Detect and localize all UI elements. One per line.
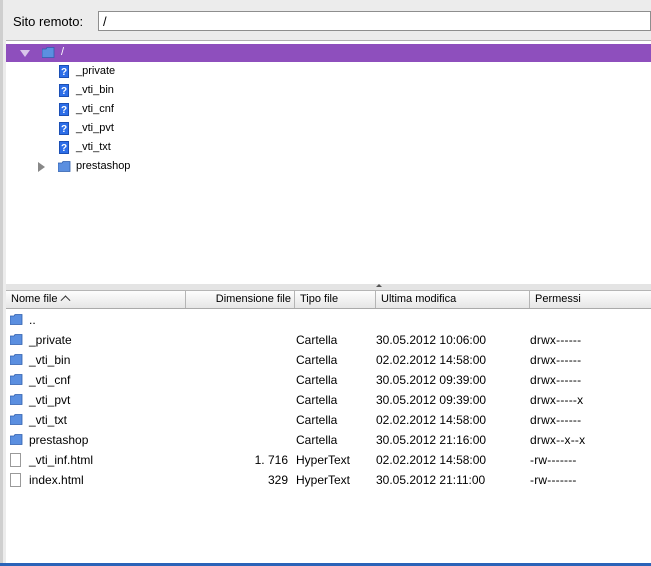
file-name: _vti_cnf <box>29 373 71 387</box>
file-icon <box>10 473 21 487</box>
file-type: HyperText <box>296 453 351 467</box>
file-modified: 30.05.2012 09:39:00 <box>376 373 487 387</box>
tree-item-label: _vti_pvt <box>76 122 114 134</box>
disclosure-open-icon[interactable] <box>20 50 30 57</box>
file-name: index.html <box>29 473 84 487</box>
column-header-size[interactable]: Dimensione file <box>186 291 295 308</box>
remote-site-bar: Sito remoto: <box>4 8 651 36</box>
column-header-permissions[interactable]: Permessi <box>530 291 651 308</box>
file-type: Cartella <box>296 433 338 447</box>
file-permissions: drwx-----x <box>530 393 584 407</box>
file-name: prestashop <box>29 433 89 447</box>
column-header-name[interactable]: Nome file <box>6 291 186 308</box>
pane-splitter[interactable] <box>6 284 651 291</box>
file-list-header: Nome file Dimensione file Tipo file Ulti… <box>6 291 651 309</box>
tree-item-vti-txt[interactable]: ? _vti_txt <box>6 139 651 157</box>
disclosure-closed-icon[interactable] <box>38 162 45 172</box>
file-type: Cartella <box>296 373 338 387</box>
file-modified: 30.05.2012 21:16:00 <box>376 433 487 447</box>
file-permissions: drwx------ <box>530 353 582 367</box>
file-type: HyperText <box>296 473 351 487</box>
tree-item-private[interactable]: ? _private <box>6 63 651 81</box>
tree-item-vti-pvt[interactable]: ? _vti_pvt <box>6 120 651 138</box>
tree-item-label: / <box>61 46 65 58</box>
tree-item-prestashop[interactable]: prestashop <box>6 158 651 176</box>
folder-icon <box>10 354 23 365</box>
table-row[interactable]: index.html 329 HyperText 30.05.2012 21:11:0… <box>6 470 651 490</box>
file-permissions: -rw------- <box>530 473 577 487</box>
file-modified: 02.02.2012 14:58:00 <box>376 413 487 427</box>
file-name: _private <box>29 333 72 347</box>
folder-icon <box>58 161 71 172</box>
file-type: Cartella <box>296 353 338 367</box>
file-type: Cartella <box>296 393 338 407</box>
file-type: Cartella <box>296 333 338 347</box>
table-row[interactable]: prestashop Cartella 30.05.2012 21:16:00 drw… <box>6 430 651 450</box>
tree-item-label: _vti_txt <box>76 141 111 153</box>
table-row[interactable]: _vti_bin Cartella 02.02.2012 14:58:00 drwx-… <box>6 350 651 370</box>
table-row[interactable]: _vti_inf.html 1. 716 HyperText 02.02.2012 1… <box>6 450 651 470</box>
folder-icon <box>42 47 55 58</box>
tree-item-label: _private <box>76 65 116 77</box>
folder-icon <box>10 374 23 385</box>
file-modified: 30.05.2012 09:39:00 <box>376 393 487 407</box>
file-permissions: drwx------ <box>530 333 582 347</box>
unknown-icon: ? <box>59 103 69 116</box>
file-name: .. <box>29 313 36 327</box>
file-size: 329 <box>267 473 288 487</box>
remote-directory-tree: / ? _private ? _vti_bin ? _vti_cnf ? _vt… <box>6 40 651 285</box>
tree-item-label: _vti_cnf <box>76 103 114 115</box>
unknown-icon: ? <box>59 84 69 97</box>
column-header-type[interactable]: Tipo file <box>295 291 376 308</box>
table-row[interactable]: .. <box>6 310 651 330</box>
file-modified: 02.02.2012 14:58:00 <box>376 353 487 367</box>
column-header-modified[interactable]: Ultima modifica <box>376 291 530 308</box>
folder-icon <box>10 414 23 425</box>
tree-item-root[interactable]: / <box>6 44 651 62</box>
table-row[interactable]: _private Cartella 30.05.2012 10:06:00 drwx-… <box>6 330 651 350</box>
remote-path-input[interactable] <box>98 11 651 31</box>
tree-item-label: prestashop <box>76 160 131 172</box>
tree-item-vti-bin[interactable]: ? _vti_bin <box>6 82 651 100</box>
file-name: _vti_bin <box>29 353 71 367</box>
tree-item-label: _vti_bin <box>76 84 114 96</box>
unknown-icon: ? <box>59 122 69 135</box>
file-name: _vti_pvt <box>29 393 71 407</box>
file-type: Cartella <box>296 413 338 427</box>
table-row[interactable]: _vti_txt Cartella 02.02.2012 14:58:00 drwx-… <box>6 410 651 430</box>
file-name: _vti_inf.html <box>29 453 94 467</box>
table-row[interactable]: _vti_pvt Cartella 30.05.2012 09:39:00 drwx-… <box>6 390 651 410</box>
file-permissions: drwx------ <box>530 373 582 387</box>
file-size: 1. 716 <box>254 453 288 467</box>
file-modified: 02.02.2012 14:58:00 <box>376 453 487 467</box>
folder-icon <box>10 434 23 445</box>
tree-item-vti-cnf[interactable]: ? _vti_cnf <box>6 101 651 119</box>
unknown-icon: ? <box>59 141 69 154</box>
folder-icon <box>10 394 23 405</box>
file-permissions: -rw------- <box>530 453 577 467</box>
folder-icon <box>10 334 23 345</box>
window-edge <box>0 0 3 566</box>
file-icon <box>10 453 21 467</box>
splitter-grip-icon <box>376 284 382 287</box>
table-row[interactable]: _vti_cnf Cartella 30.05.2012 09:39:00 drwx-… <box>6 370 651 390</box>
sort-ascending-icon <box>61 295 71 306</box>
file-name: _vti_txt <box>29 413 68 427</box>
file-modified: 30.05.2012 21:11:00 <box>376 473 486 487</box>
file-modified: 30.05.2012 10:06:00 <box>376 333 487 347</box>
remote-site-label: Sito remoto: <box>13 14 84 29</box>
remote-file-list: Nome file Dimensione file Tipo file Ulti… <box>6 291 651 566</box>
folder-icon <box>10 314 23 325</box>
unknown-icon: ? <box>59 65 69 78</box>
file-permissions: drwx--x--x <box>530 433 586 447</box>
file-permissions: drwx------ <box>530 413 582 427</box>
